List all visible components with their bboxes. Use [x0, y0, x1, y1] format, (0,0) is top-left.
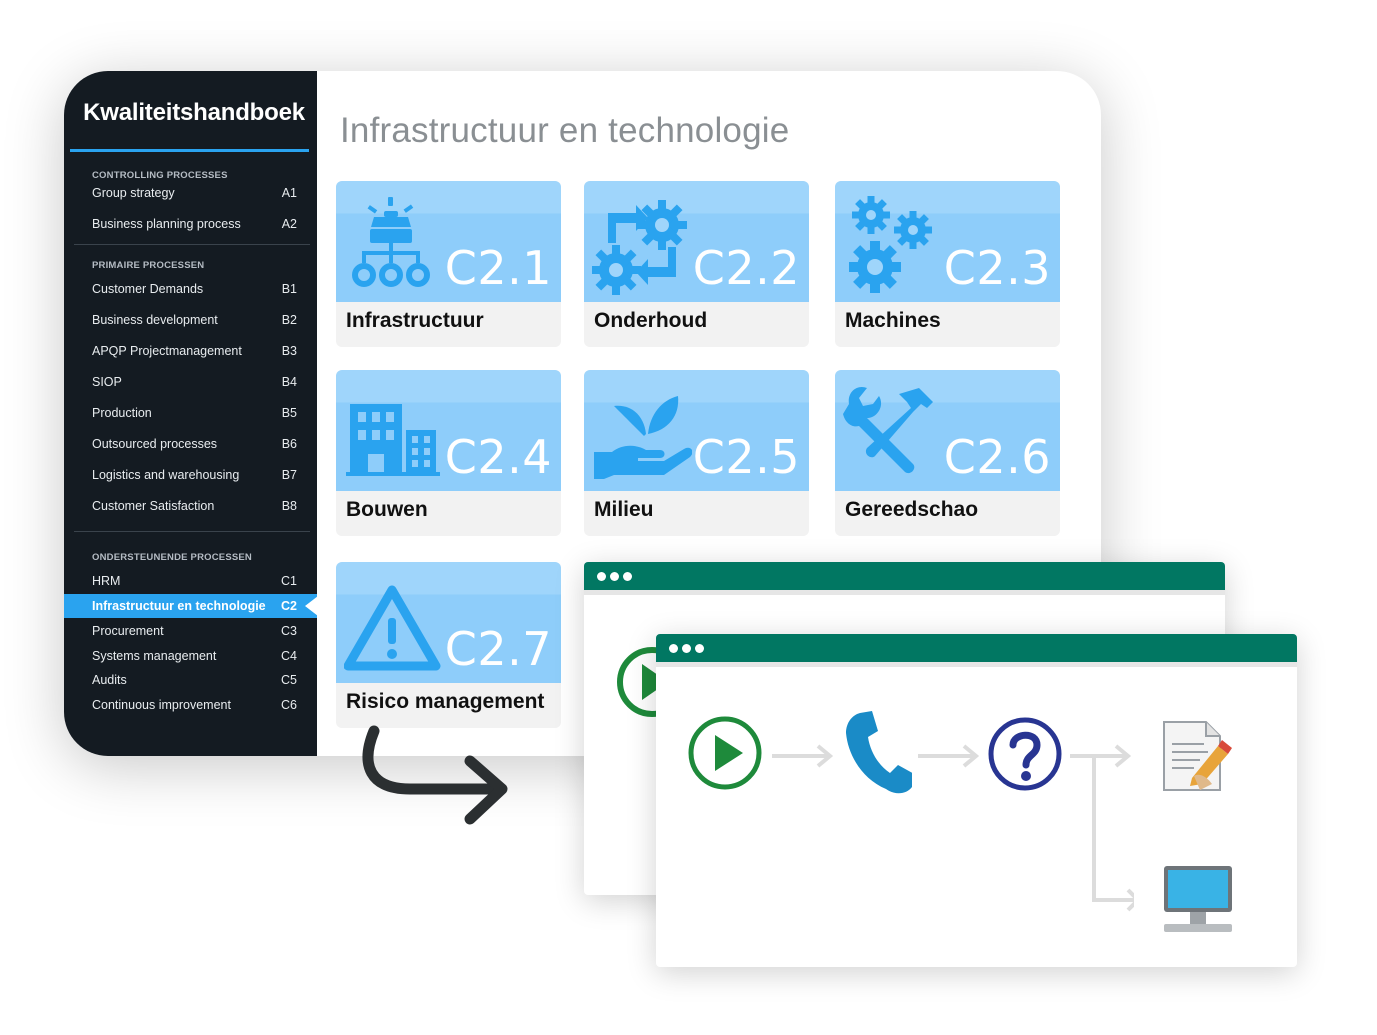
brand-underline: [70, 149, 309, 152]
tile-code: C2.5: [692, 430, 800, 484]
monitor-icon[interactable]: [1160, 864, 1240, 936]
sidebar-divider: [74, 244, 310, 245]
sidebar-section-heading: PRIMAIRE PROCESSEN: [92, 260, 205, 271]
tools-icon: [843, 386, 933, 474]
tile-name: Milieu: [594, 498, 654, 521]
tile-name: Gereedschao: [845, 498, 979, 521]
tile-c2-6[interactable]: C2.6 Gereedschao: [835, 370, 1060, 536]
sidebar-section-heading: ONDERSTEUNENDE PROCESSEN: [92, 552, 252, 563]
sidebar-item-customer-satisfaction[interactable]: Customer Satisfaction B8: [64, 494, 317, 518]
curved-arrow-icon: [362, 725, 508, 825]
sidebar-item-outsourced[interactable]: Outsourced processes B6: [64, 432, 317, 456]
hand-leaf-icon: [594, 396, 692, 479]
play-icon[interactable]: [686, 714, 764, 792]
tile-c2-3[interactable]: C2.3 Machines: [835, 181, 1060, 347]
tile-c2-5[interactable]: C2.5 Milieu: [584, 370, 809, 536]
tile-name: Risico management: [346, 690, 545, 713]
sidebar-item-customer-demands[interactable]: Customer Demands B1: [64, 277, 317, 301]
tile-code: C2.7: [444, 622, 552, 676]
sidebar-item-audits[interactable]: Audits C5: [64, 668, 317, 692]
tile-name: Onderhoud: [594, 309, 708, 332]
sidebar-item-business-planning[interactable]: Business planning process A2: [64, 212, 317, 236]
tile-code: C2.3: [943, 241, 1051, 295]
sidebar-item-systems-management[interactable]: Systems management C4: [64, 644, 317, 668]
document-pen-icon[interactable]: [1160, 718, 1234, 794]
tile-c2-7[interactable]: C2.7 Risico management: [336, 562, 561, 728]
tile-code: C2.1: [444, 241, 552, 295]
tile-c2-1[interactable]: C2.1 Infrastructuur: [336, 181, 561, 347]
sidebar-item-apqp[interactable]: APQP Projectmanagement B3: [64, 339, 317, 363]
arrow-right-icon: [772, 744, 834, 768]
tile-name: Infrastructuur: [346, 309, 484, 332]
tile-name: Machines: [845, 309, 941, 332]
arrow-right-icon: [918, 744, 980, 768]
warning-icon: [344, 585, 441, 671]
hierarchy-icon: [352, 197, 430, 287]
sidebar: Kwaliteitshandboek CONTROLLING PROCESSES…: [64, 71, 318, 756]
sidebar-item-procurement[interactable]: Procurement C3: [64, 619, 317, 643]
sidebar-item-continuous-improvement[interactable]: Continuous improvement C6: [64, 693, 317, 717]
question-icon[interactable]: [986, 715, 1064, 793]
tile-code: C2.6: [943, 430, 1051, 484]
tile-c2-4[interactable]: C2.4 Bouwen: [336, 370, 561, 536]
branch-arrows-icon: [1070, 744, 1134, 912]
tile-code: C2.2: [692, 241, 800, 295]
gears-cycle-icon: [592, 200, 687, 295]
page-title: Infrastructuur en technologie: [340, 111, 790, 150]
sidebar-item-group-strategy[interactable]: Group strategy A1: [64, 181, 317, 205]
buildings-icon: [346, 404, 440, 476]
tile-c2-2[interactable]: C2.2 Onderhoud: [584, 181, 809, 347]
sidebar-item-infrastructuur-active[interactable]: Infrastructuur en technologie C2: [64, 594, 318, 618]
sidebar-item-logistics[interactable]: Logistics and warehousing B7: [64, 463, 317, 487]
sidebar-divider: [74, 531, 310, 532]
sidebar-item-siop[interactable]: SIOP B4: [64, 370, 317, 394]
brand-title: Kwaliteitshandboek: [83, 99, 305, 126]
sidebar-item-hrm[interactable]: HRM C1: [64, 569, 317, 593]
tile-code: C2.4: [444, 430, 552, 484]
window-dots-icon[interactable]: [597, 572, 632, 581]
window-dots-icon[interactable]: [669, 644, 704, 653]
sidebar-item-production[interactable]: Production B5: [64, 401, 317, 425]
sidebar-section-heading: CONTROLLING PROCESSES: [92, 170, 228, 181]
gears-icon: [849, 196, 932, 293]
tile-name: Bouwen: [346, 498, 428, 521]
process-window-front: [656, 634, 1297, 967]
phone-icon[interactable]: [842, 709, 912, 797]
sidebar-item-business-development[interactable]: Business development B2: [64, 308, 317, 332]
